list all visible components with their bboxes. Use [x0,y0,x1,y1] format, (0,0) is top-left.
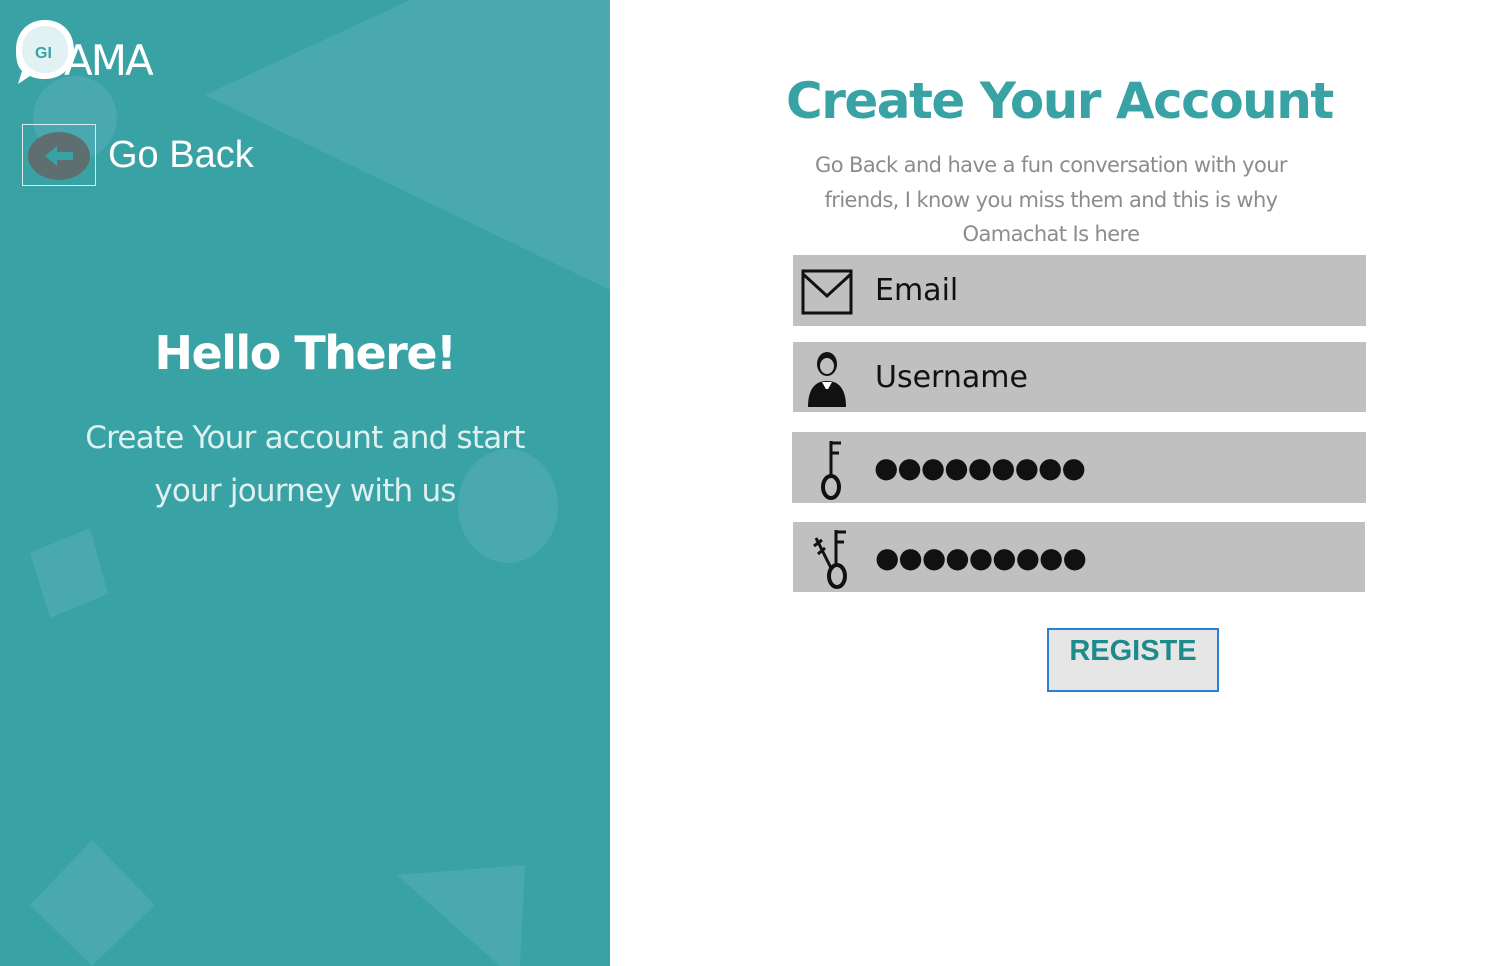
left-panel: GI AMA Go Back Hello There! Create Your … [0,0,610,966]
email-field[interactable]: Email [793,255,1366,326]
left-subtitle-line-1: Create Your account and start [85,420,525,456]
username-placeholder[interactable]: Username [875,360,1028,395]
go-back-button[interactable]: Go Back [22,124,254,186]
keys-icon [793,522,861,592]
register-button[interactable]: REGISTE [1047,628,1219,692]
back-icon-box[interactable] [22,124,96,186]
password-field[interactable]: ●●●●●●●●● [792,432,1366,503]
confirm-password-value[interactable]: ●●●●●●●●● [875,541,1087,574]
key-icon [792,433,860,503]
hello-heading: Hello There! [154,326,457,380]
app-logo: GI AMA [14,16,174,88]
username-field[interactable]: Username [793,342,1366,412]
description-line-1: Go Back and have a fun conversation with… [815,153,1288,177]
deco-triangle-bottom [397,865,525,966]
left-subtitle: Create Your account and start your journ… [40,412,570,518]
deco-triangle-large [205,0,610,290]
user-icon [793,342,861,412]
brand-name: AMA [64,36,154,85]
password-value[interactable]: ●●●●●●●●● [874,451,1086,484]
arrow-left-icon [28,132,90,180]
envelope-icon [793,256,861,326]
left-subtitle-line-2: your journey with us [154,473,456,509]
email-placeholder[interactable]: Email [875,273,958,308]
description-line-3: Oamachat Is here [962,222,1140,246]
go-back-label[interactable]: Go Back [108,134,254,177]
confirm-password-field[interactable]: ●●●●●●●●● [793,522,1365,592]
description-line-2: friends, I know you miss them and this i… [824,187,1279,212]
deco-diamond-small [30,528,108,618]
deco-diamond-bottom [30,840,155,966]
form-description: Go Back and have a fun conversation with… [790,148,1312,252]
page-title: Create Your Account [786,72,1334,130]
logo-bubble-text: GI [35,45,52,62]
